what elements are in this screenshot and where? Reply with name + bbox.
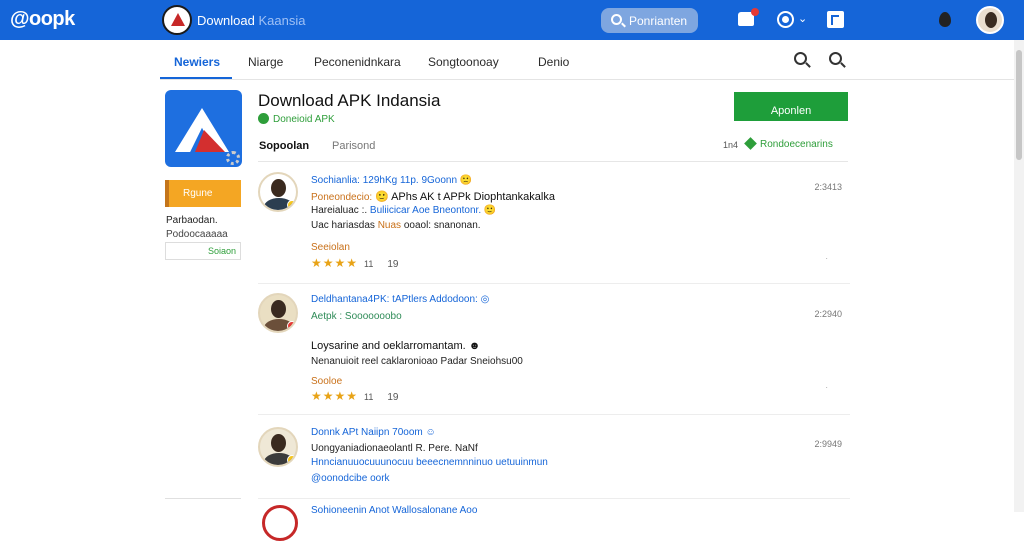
sidebar-name: Parbaodan. [166,215,218,226]
recommend-link[interactable]: Rondoecenarins [744,137,833,150]
review-line: Uac hariasdas Nuas ooaol: snanonan. [311,220,481,231]
tab-niarge[interactable]: Niarge [248,55,283,69]
review-link[interactable]: Buliicicar Aoe Bneontonr. [370,205,481,216]
review-text: 🙂 APhs AK t APPk Diophtankakalka [374,191,555,203]
review-author[interactable]: Deldhantana4PK: tAPtlers Addodoon: [311,294,478,305]
emoji-icon: ☻ [468,340,481,352]
sidebar-divider [165,498,241,499]
app-logo [165,90,242,167]
sidebar-box-link[interactable]: Soiaon [165,242,241,260]
review-text: Loysarine and oeklarromantam. [311,340,466,352]
account-circle-icon[interactable] [777,11,794,28]
review-divider [258,414,850,415]
review-text: ooaol: snanonan. [403,220,481,231]
star-rating: ★★★★ 11 19 [311,256,399,270]
search-icon[interactable] [829,52,842,65]
review-label: Sooloe [311,376,343,387]
developer-icon [258,113,269,124]
site-logo[interactable]: @oopk [10,8,75,31]
top-title-main: Download [197,13,255,28]
notification-icon[interactable] [738,8,759,26]
top-title-faint: Kaansia [258,13,306,28]
review-highlight: Nuas [377,220,402,231]
more-icon[interactable]: · [825,383,828,392]
review-link[interactable]: @oonodcibe oork [311,473,390,484]
star-rating: ★★★★ 11 19 [311,389,399,403]
search-icon [611,14,622,25]
subtab-other[interactable]: Parisond [332,140,375,152]
review-label: Seeiolan [311,242,350,253]
review-header: Deldhantana4PK: tAPtlers Addodoon: ◎ [311,294,489,305]
reviewer-avatar[interactable] [262,505,298,541]
more-icon[interactable]: · [825,254,828,263]
tag-icon [744,137,757,150]
reviewer-avatar[interactable] [258,293,298,333]
header-divider [258,161,848,162]
reviewer-avatar[interactable] [258,172,298,212]
emoji-icon: 🙁 [459,175,473,186]
location-pin-icon[interactable] [939,12,951,27]
emoji-icon: ☺ [425,427,436,438]
scrollbar-thumb[interactable] [1016,50,1022,160]
app-badge-icon[interactable] [162,5,192,35]
sidebar-subtitle: Podoocaaaaa [166,229,228,240]
review-divider [258,283,850,284]
review-text: Uongyaniadionaeolantl R. Pere. NaNf [311,443,478,454]
emoji-icon: ◎ [480,294,490,305]
page-title: Download APK Indansia [258,91,441,110]
review-text: Hnncianuuocuuunocuu beeecnemnninuo uetuu… [311,457,548,468]
chevron-down-icon[interactable]: ⌄ [798,12,807,25]
review-text: Uac hariasdas [311,220,375,231]
like-count[interactable]: 19 [387,392,398,403]
review-line: Hareialuac :. Buliicicar Aoe Bneontonr. … [311,205,496,216]
rating-text: 11 [364,392,374,402]
subtab-active[interactable]: Sopoolan [259,140,309,152]
review-source[interactable]: Aetpk : Sooooooobo [311,311,402,322]
review-header: Sochianlia: 129hKg 11p. 9Goonn 🙁 [311,175,472,186]
review-tag: Poneondecio: [311,192,373,203]
active-tab-underline [160,77,232,79]
review-author[interactable]: Sochianlia: 129hKg 11p. 9Goonn [311,175,457,186]
emoji-icon: 🙂 [483,205,497,216]
search-button[interactable]: Ponrianten [601,8,698,33]
top-bar: @oopk Download Kaansia Ponrianten ⌄ [0,0,1024,40]
review-author[interactable]: Sohioneenin Anot Wallosalonane Aoo [311,505,477,516]
developer-label: Doneioid APK [273,114,335,125]
recommend-label: Rondoecenarins [760,139,833,150]
review-line: Loysarine and oeklarromantam. ☻ [311,340,480,352]
review-time: 2:9949 [814,439,842,449]
document-icon[interactable] [827,11,844,28]
reviewer-avatar[interactable] [258,427,298,467]
review-line: Poneondecio: 🙂 APhs AK t APPk Diophtanka… [311,190,555,203]
tab-songtoonoay[interactable]: Songtoonoay [428,55,499,69]
review-text: Nenanuioit reel caklaronioao Padar Sneio… [311,356,523,367]
search-label: Ponrianten [629,14,688,28]
sidebar-button[interactable]: Rgune [165,180,241,207]
tab-newiers[interactable]: Newiers [174,55,220,69]
gear-icon [226,151,240,165]
tab-denio[interactable]: Denio [538,55,569,69]
tab-peconenidnkara[interactable]: Peconenidnkara [314,55,401,69]
review-divider [258,498,850,499]
review-time: 2:2940 [814,309,842,319]
developer-link[interactable]: Doneioid APK [258,113,335,125]
review-text: Hareialuac :. [311,205,368,216]
review-header: Donnk APt Naiipn 70oom ☺ [311,427,436,438]
review-time: 2:3413 [814,182,842,192]
review-author[interactable]: Donnk APt Naiipn 70oom [311,427,423,438]
scrollbar[interactable] [1014,40,1024,512]
search-icon[interactable] [794,52,807,65]
rating-text: 11 [364,259,374,269]
user-avatar[interactable] [976,6,1004,34]
nav-tabs: Newiers Niarge Peconenidnkara Songtoonoa… [160,42,1020,80]
like-count[interactable]: 19 [387,259,398,270]
top-title: Download Kaansia [197,13,305,28]
install-button[interactable]: Aponlen [734,92,848,121]
review-count: 1n4 [723,140,739,150]
